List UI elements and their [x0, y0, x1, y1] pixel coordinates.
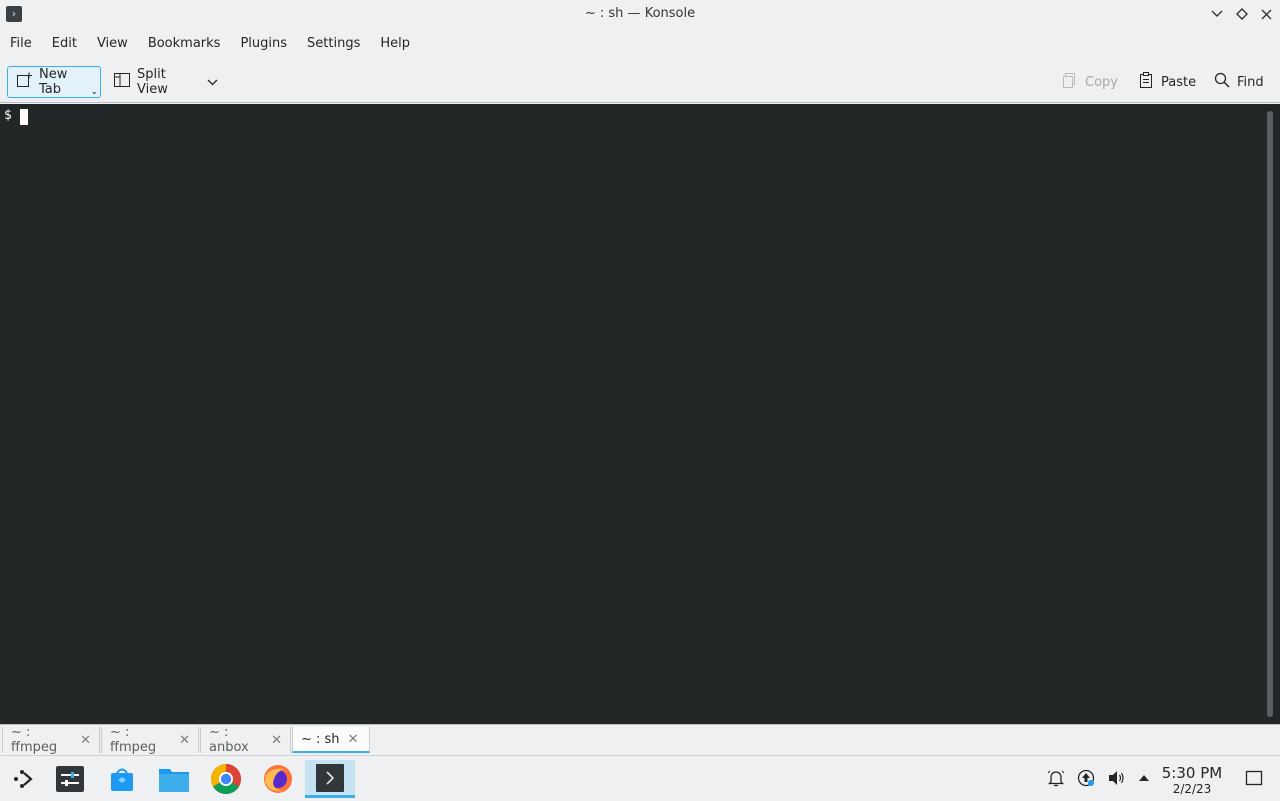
session-tab-label: ~ : ffmpeg — [110, 725, 157, 755]
session-tab[interactable]: ~ : ffmpeg ✕ — [2, 725, 100, 755]
clock-date: 2/2/23 — [1172, 782, 1212, 796]
split-view-label: Split View — [137, 67, 168, 97]
paste-label: Paste — [1161, 74, 1197, 90]
session-tab[interactable]: ~ : anbox ✕ — [200, 725, 291, 755]
paste-icon — [1138, 72, 1154, 92]
title-bar[interactable]: › ~ : sh — Konsole — [0, 0, 1280, 28]
minimize-icon[interactable] — [1208, 5, 1226, 23]
find-label: Find — [1237, 74, 1264, 90]
discover-store-icon[interactable] — [102, 760, 142, 798]
file-manager-icon[interactable] — [154, 760, 194, 798]
session-tab-label: ~ : anbox — [209, 725, 249, 755]
new-tab-dropdown-icon[interactable]: ⌄ — [90, 87, 98, 97]
updates-icon[interactable] — [1076, 768, 1096, 788]
menu-bookmarks[interactable]: Bookmarks — [138, 30, 231, 58]
menu-settings[interactable]: Settings — [297, 30, 370, 58]
konsole-icon[interactable] — [305, 760, 355, 798]
chrome-icon[interactable] — [206, 760, 246, 798]
menu-bar: File Edit View Bookmarks Plugins Setting… — [0, 30, 1280, 58]
firefox-icon[interactable] — [258, 760, 298, 798]
close-icon[interactable] — [1257, 5, 1275, 23]
window-title: ~ : sh — Konsole — [584, 6, 696, 21]
menu-edit[interactable]: Edit — [42, 30, 87, 58]
session-tab[interactable]: ~ : ffmpeg ✕ — [101, 725, 199, 755]
menu-plugins[interactable]: Plugins — [230, 30, 297, 58]
find-button[interactable]: Find — [1206, 66, 1274, 98]
copy-icon — [1062, 72, 1078, 92]
terminal-area[interactable]: $ — [0, 104, 1264, 724]
scrollbar-thumb[interactable] — [1267, 111, 1273, 717]
app-launcher-icon[interactable] — [2, 760, 42, 798]
clock[interactable]: 5:30 PM 2/2/23 — [1158, 764, 1226, 797]
search-icon — [1214, 72, 1230, 92]
tray-expand-icon[interactable] — [1134, 768, 1154, 788]
new-tab-button[interactable]: New Tab ⌄ — [7, 66, 101, 98]
volume-icon[interactable] — [1106, 768, 1126, 788]
copy-button[interactable]: Copy — [1054, 66, 1120, 98]
show-desktop-icon[interactable] — [1244, 768, 1264, 788]
session-tab-label: ~ : sh — [301, 731, 340, 747]
chevron-down-icon[interactable] — [207, 75, 218, 90]
copy-label: Copy — [1085, 74, 1118, 90]
paste-button[interactable]: Paste — [1130, 66, 1200, 98]
clock-time: 5:30 PM — [1161, 764, 1223, 782]
close-tab-icon[interactable]: ✕ — [80, 733, 91, 748]
menu-file[interactable]: File — [0, 30, 42, 58]
menu-help[interactable]: Help — [370, 30, 420, 58]
new-tab-label: New Tab — [39, 67, 68, 97]
system-settings-icon[interactable] — [50, 760, 90, 798]
terminal-cursor — [20, 109, 28, 125]
close-tab-icon[interactable]: ✕ — [348, 732, 359, 747]
toolbar: New Tab ⌄ Split View Copy Paste Find — [0, 62, 1280, 103]
session-tab-active[interactable]: ~ : sh ✕ — [292, 727, 370, 753]
session-tab-label: ~ : ffmpeg — [11, 725, 58, 755]
shell-prompt: $ — [4, 108, 12, 123]
close-tab-icon[interactable]: ✕ — [179, 733, 190, 748]
split-view-icon — [114, 72, 130, 92]
split-view-button[interactable]: Split View — [106, 66, 226, 98]
menu-view[interactable]: View — [87, 30, 138, 58]
new-tab-icon — [16, 72, 32, 92]
maximize-icon[interactable] — [1233, 5, 1251, 23]
session-tab-bar: ~ : ffmpeg ✕ ~ : ffmpeg ✕ ~ : anbox ✕ ~ … — [0, 724, 1280, 755]
notifications-icon[interactable] — [1046, 768, 1066, 788]
close-tab-icon[interactable]: ✕ — [271, 733, 282, 748]
taskbar: 5:30 PM 2/2/23 — [0, 755, 1280, 801]
